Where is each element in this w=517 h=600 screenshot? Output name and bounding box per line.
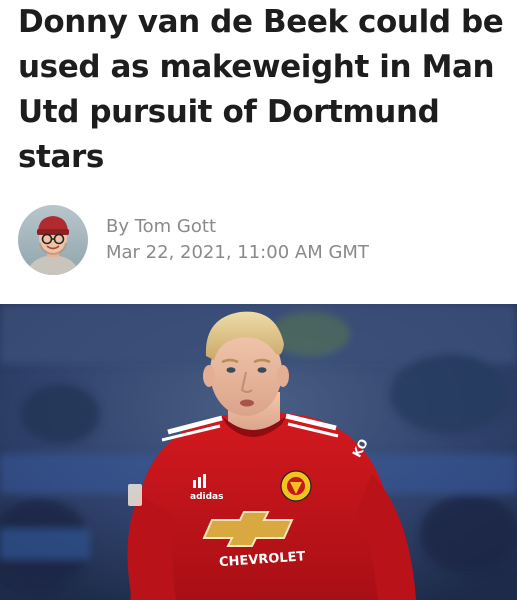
article-byline: By Tom Gott Mar 22, 2021, 11:00 AM GMT [18,204,369,276]
sleeve-patch-icon [128,484,142,506]
publish-date: Mar 22, 2021, 11:00 AM GMT [106,242,369,263]
author-name[interactable]: By Tom Gott [106,214,369,240]
author-avatar[interactable] [18,205,88,275]
article-page: Donny van de Beek could be used as makew… [0,0,517,600]
football-player-photo: adidas CHEVROLET KO [0,304,517,600]
author-photo-icon [18,205,88,275]
author-info: By Tom Gott Mar 22, 2021, 11:00 AM GMT [106,214,369,266]
article-headline: Donny van de Beek could be used as makew… [18,4,504,175]
hero-image: adidas CHEVROLET KO [0,304,517,600]
club-crest-icon [280,470,312,502]
kit-brand-label: adidas [190,492,223,502]
